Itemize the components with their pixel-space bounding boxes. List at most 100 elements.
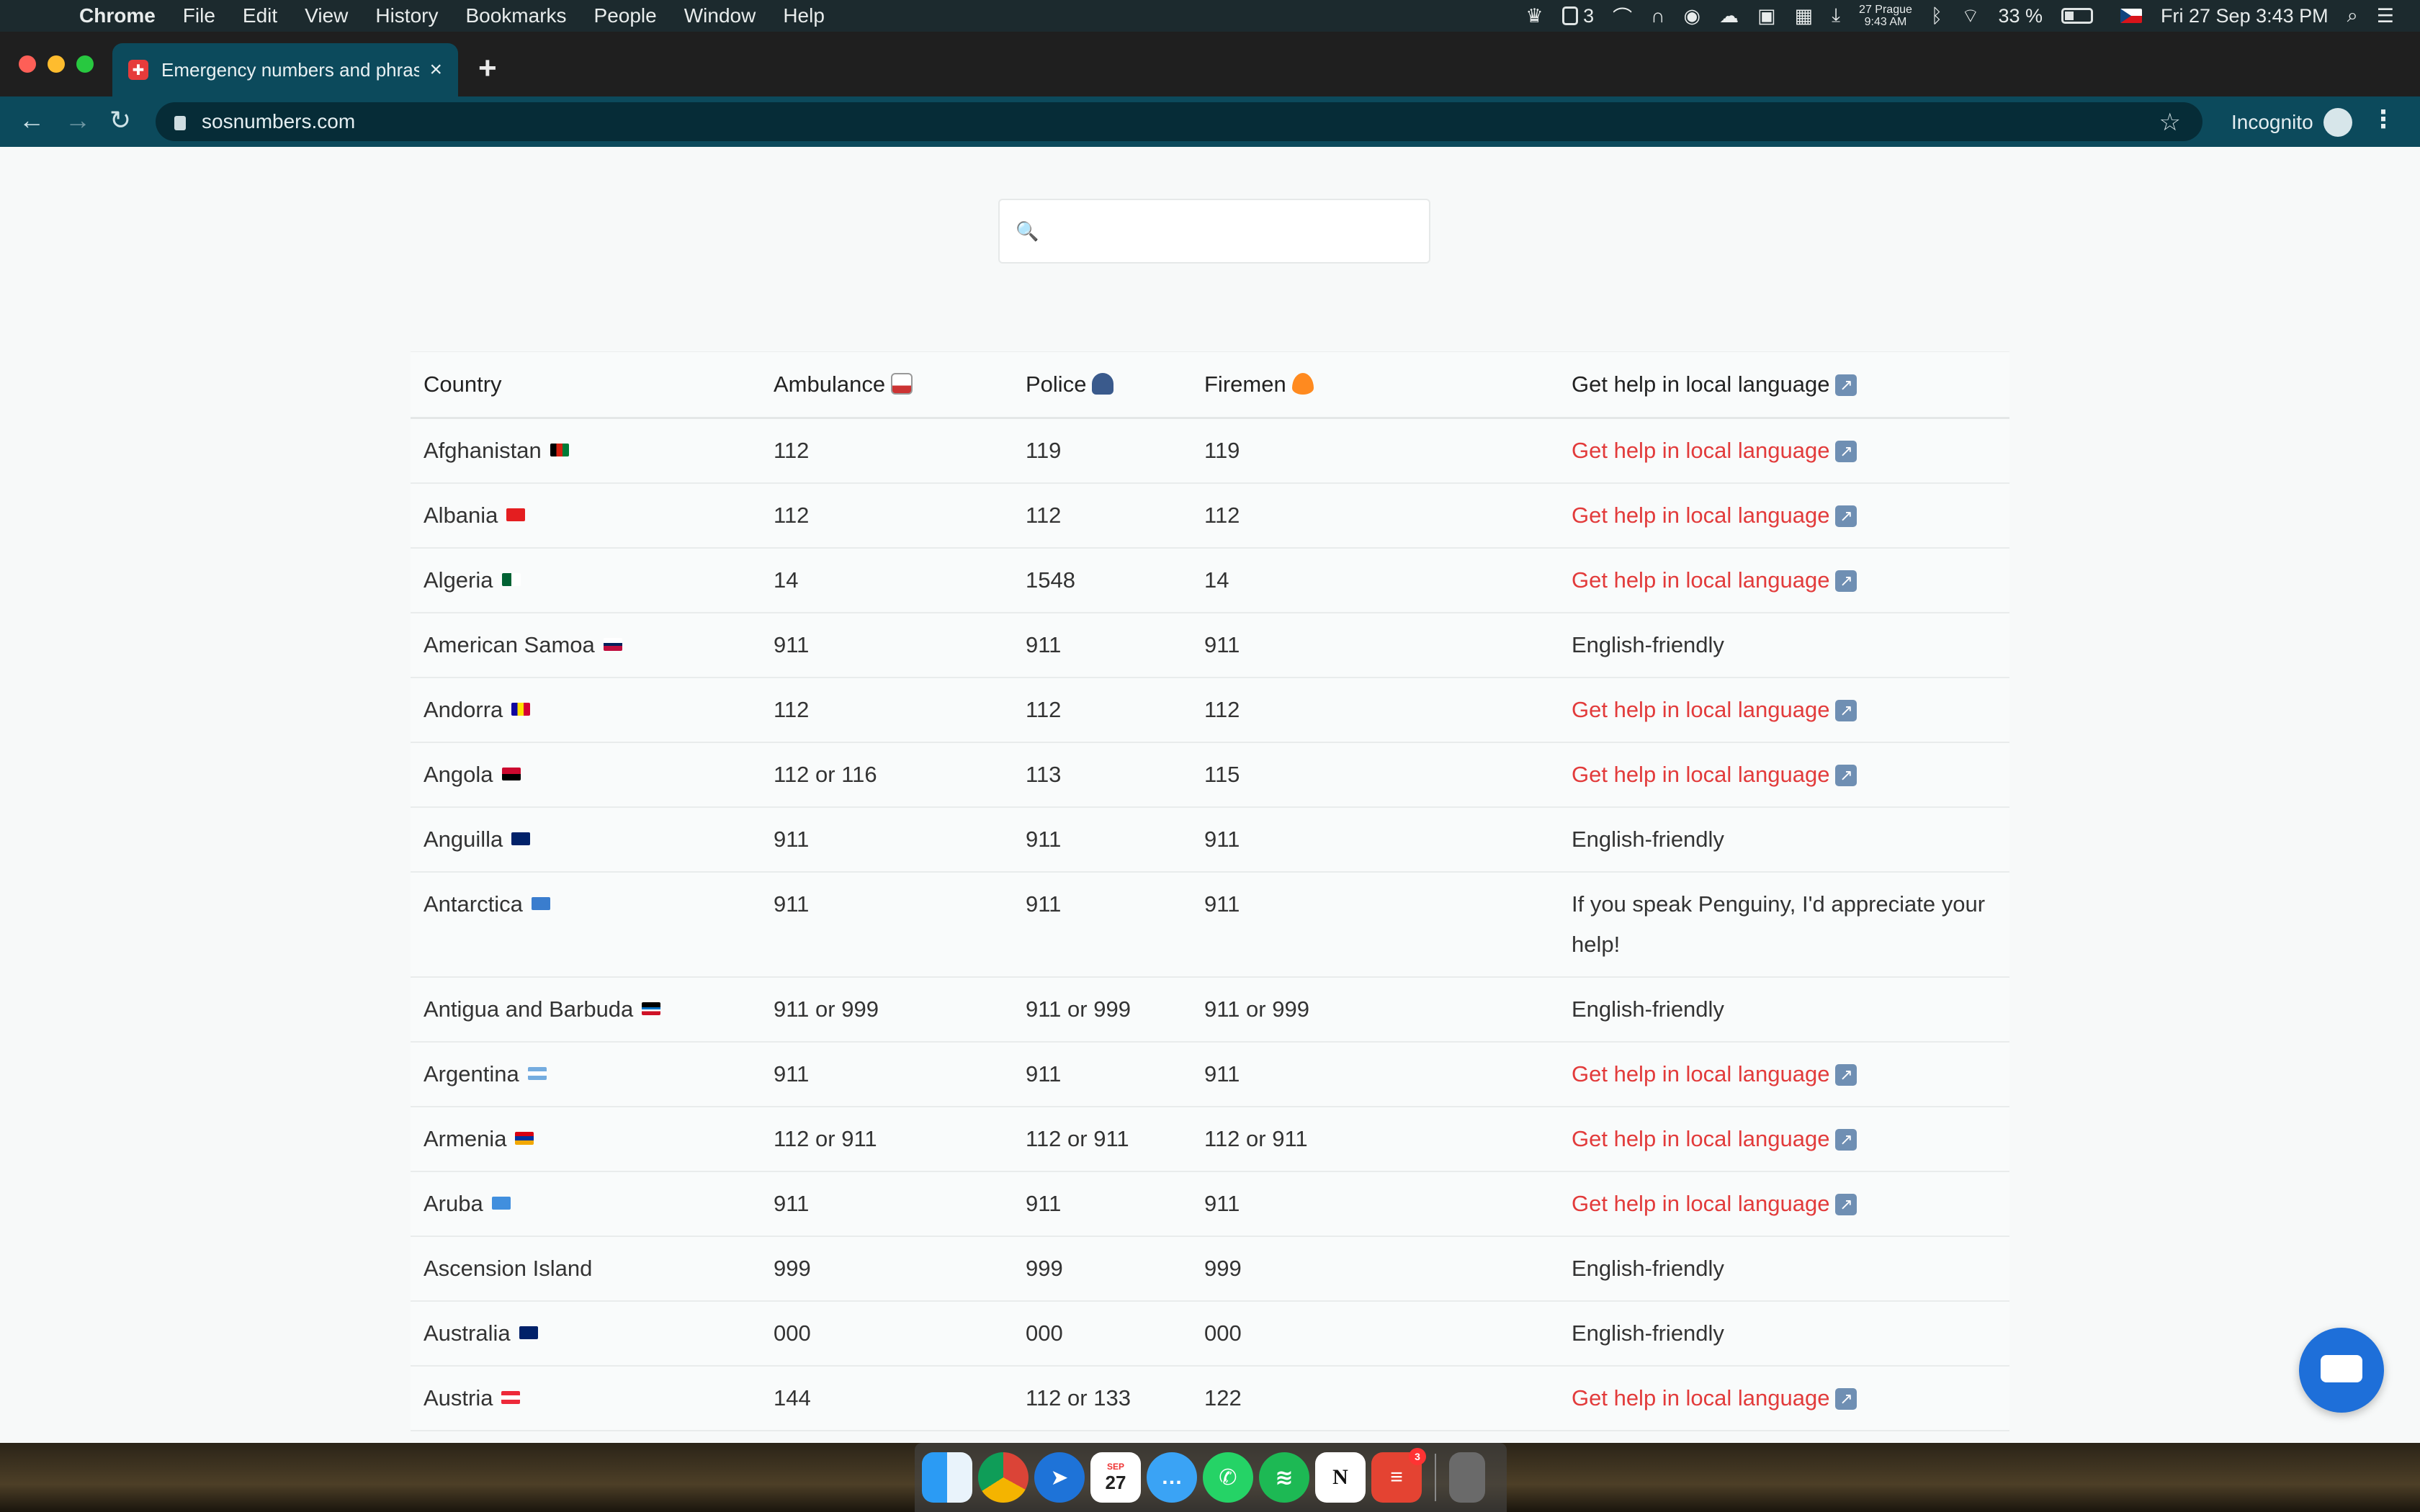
- whatsapp-icon[interactable]: ✆: [1203, 1452, 1253, 1503]
- police-cell-text: 911 or 999: [1026, 996, 1131, 1022]
- window-minimize-button[interactable]: [48, 55, 65, 73]
- external-link-icon[interactable]: ↗: [1835, 505, 1857, 527]
- local-language-help-link[interactable]: Get help in local language: [1572, 438, 1829, 463]
- airpods-icon[interactable]: ∩: [1651, 5, 1664, 27]
- spotify-icon[interactable]: ≋: [1259, 1452, 1309, 1503]
- window-close-button[interactable]: [19, 55, 36, 73]
- password-icon[interactable]: ◉: [1684, 5, 1701, 27]
- help-link-cell[interactable]: Get help in local language ↗: [1559, 1171, 2009, 1237]
- menu-view[interactable]: View: [305, 4, 348, 27]
- header-firemen[interactable]: Firemen: [1191, 351, 1559, 419]
- local-language-help-link[interactable]: Get help in local language: [1572, 503, 1829, 528]
- ambulance-cell: 911: [761, 1041, 1013, 1107]
- active-tab[interactable]: ✚ Emergency numbers and phrases ×: [112, 43, 458, 96]
- external-link-icon[interactable]: ↗: [1835, 1193, 1857, 1215]
- browser-menu-icon[interactable]: ⋮: [2371, 105, 2396, 134]
- menu-file[interactable]: File: [183, 4, 215, 27]
- external-link-icon[interactable]: ↗: [1835, 1128, 1857, 1151]
- safari-compass-icon[interactable]: ➤: [1034, 1452, 1085, 1503]
- table-row: Armenia 112 or 911 112 or 911 112 or 911 Get…: [411, 1106, 2009, 1172]
- help-note-cell-text: English-friendly: [1572, 1255, 1724, 1281]
- menu-chrome[interactable]: Chrome: [79, 4, 156, 27]
- external-link-icon[interactable]: ↗: [1835, 764, 1857, 786]
- address-bar[interactable]: sosnumbers.com ☆: [156, 102, 2202, 141]
- ambulance-cell: 911: [761, 612, 1013, 678]
- country-cell: Australia: [411, 1300, 761, 1367]
- help-link-cell[interactable]: Get help in local language ↗: [1559, 677, 2009, 743]
- external-link-icon[interactable]: ↗: [1835, 440, 1857, 462]
- messages-icon[interactable]: …: [1147, 1452, 1197, 1503]
- country-search[interactable]: 🔍: [998, 199, 1430, 264]
- local-language-help-link[interactable]: Get help in local language: [1572, 567, 1829, 593]
- help-link-cell[interactable]: Get help in local language ↗: [1559, 1106, 2009, 1172]
- help-link-cell[interactable]: Get help in local language ↗: [1559, 418, 2009, 484]
- reload-icon[interactable]: ↻: [109, 105, 131, 135]
- firemen-cell-text: 112: [1204, 696, 1240, 722]
- arc-icon[interactable]: ⌒: [1613, 2, 1632, 30]
- todoist-icon[interactable]: ≡ 3: [1371, 1448, 1426, 1503]
- local-language-help-link[interactable]: Get help in local language: [1572, 1385, 1829, 1410]
- police-cell-text: 112: [1026, 696, 1062, 722]
- incognito-indicator[interactable]: Incognito: [2231, 108, 2352, 137]
- chrome-icon[interactable]: [978, 1452, 1028, 1503]
- header-police[interactable]: Police: [1013, 351, 1191, 419]
- wifi-icon[interactable]: ⌔: [1961, 4, 1979, 28]
- bookmark-star-icon[interactable]: ☆: [2159, 108, 2181, 137]
- header-ambulance[interactable]: Ambulance: [761, 351, 1013, 419]
- external-link-icon[interactable]: ↗: [1835, 570, 1857, 592]
- url-text[interactable]: sosnumbers.com: [202, 110, 355, 133]
- country-flag-icon: [501, 1390, 521, 1404]
- download-icon[interactable]: ⤓: [1832, 4, 1840, 27]
- layout-icon[interactable]: ▦: [1795, 5, 1814, 27]
- new-tab-button[interactable]: +: [478, 50, 497, 86]
- help-link-cell[interactable]: Get help in local language ↗: [1559, 742, 2009, 808]
- header-help[interactable]: Get help in local language ↗: [1559, 351, 2009, 419]
- help-link-cell[interactable]: Get help in local language ↗: [1559, 482, 2009, 549]
- bluetooth-icon[interactable]: ᛒ: [1931, 5, 1942, 27]
- notifications-icon[interactable]: ▣: [1757, 5, 1776, 27]
- battery-icon[interactable]: [2061, 8, 2094, 24]
- table-row: Afghanistan 112 119 119 Get help in local la…: [411, 418, 2009, 484]
- local-language-help-link[interactable]: Get help in local language: [1572, 1191, 1829, 1216]
- stack-counter[interactable]: 3: [1561, 5, 1594, 27]
- crown-icon[interactable]: ♛: [1525, 5, 1543, 27]
- external-link-icon[interactable]: ↗: [1835, 1063, 1857, 1086]
- calendar-icon[interactable]: SEP 27: [1090, 1452, 1141, 1503]
- menu-window[interactable]: Window: [684, 4, 756, 27]
- local-language-help-link[interactable]: Get help in local language: [1572, 697, 1829, 722]
- local-language-help-link[interactable]: Get help in local language: [1572, 1061, 1829, 1086]
- finder-icon[interactable]: [922, 1452, 972, 1503]
- battery-percent[interactable]: 33 %: [1998, 5, 2043, 27]
- notification-center-icon[interactable]: ☰: [2377, 5, 2394, 27]
- spotlight-search-icon[interactable]: ⌕: [2347, 4, 2358, 27]
- input-source-flag-icon[interactable]: [2120, 9, 2143, 23]
- notion-icon[interactable]: N: [1315, 1452, 1366, 1503]
- window-zoom-button[interactable]: [76, 55, 94, 73]
- ambulance-cell: 911: [761, 1171, 1013, 1237]
- help-link-cell[interactable]: Get help in local language ↗: [1559, 547, 2009, 613]
- help-link-cell[interactable]: Get help in local language ↗: [1559, 1041, 2009, 1107]
- trash-icon[interactable]: [1449, 1452, 1485, 1503]
- header-country[interactable]: Country: [411, 351, 761, 419]
- lock-icon[interactable]: [174, 116, 186, 130]
- menu-people[interactable]: People: [594, 4, 657, 27]
- menu-history[interactable]: History: [375, 4, 438, 27]
- country-flag-icon: [501, 572, 521, 586]
- world-clock[interactable]: 27 Prague 9:43 AM: [1859, 4, 1912, 28]
- menu-help[interactable]: Help: [783, 4, 825, 27]
- help-link-cell[interactable]: Get help in local language ↗: [1559, 1365, 2009, 1431]
- back-arrow-icon[interactable]: ←: [19, 105, 45, 135]
- forward-arrow-icon[interactable]: →: [65, 105, 91, 135]
- external-link-icon[interactable]: ↗: [1835, 699, 1857, 721]
- local-language-help-link[interactable]: Get help in local language: [1572, 762, 1829, 787]
- search-input[interactable]: [1050, 212, 1417, 252]
- ambulance-cell: 999: [761, 1236, 1013, 1302]
- local-language-help-link[interactable]: Get help in local language: [1572, 1126, 1829, 1151]
- menubar-datetime[interactable]: Fri 27 Sep 3:43 PM: [2161, 5, 2329, 27]
- menu-bookmarks[interactable]: Bookmarks: [465, 4, 566, 27]
- menu-edit[interactable]: Edit: [243, 4, 277, 27]
- external-link-icon[interactable]: ↗: [1835, 1387, 1857, 1410]
- tab-close-icon[interactable]: ×: [429, 58, 442, 82]
- chat-widget-button[interactable]: [2299, 1328, 2384, 1413]
- cloud-upload-icon[interactable]: ☁: [1719, 5, 1739, 27]
